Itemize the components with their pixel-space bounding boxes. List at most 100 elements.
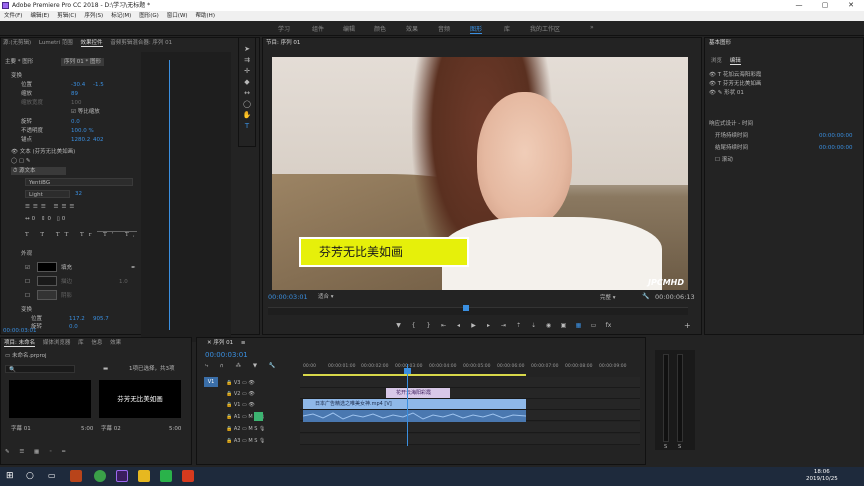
position-x-value[interactable]: -30.4: [71, 81, 85, 89]
source-text-label[interactable]: ⏱ 源文本: [11, 167, 66, 175]
track-a3[interactable]: [300, 434, 640, 445]
text-layer-label[interactable]: 👁 文本 (芬芳无比美如画): [11, 148, 75, 156]
timeline-timecode[interactable]: 00:00:03:01: [205, 351, 248, 359]
caption-graphic[interactable]: 芬芳无比美如画: [299, 237, 469, 267]
workspace-custom[interactable]: 我的工作区: [530, 24, 560, 33]
track-header-v1[interactable]: 🔒 V1 ▭ 👁: [226, 400, 255, 410]
track-a2[interactable]: [300, 422, 640, 433]
menu-window[interactable]: 窗口(W): [163, 11, 192, 21]
mask-tools[interactable]: ◯ ▢ ✎: [11, 157, 30, 165]
outro-duration-value[interactable]: 00:00:00:00: [819, 144, 853, 152]
tab-browse[interactable]: 浏览: [711, 58, 722, 64]
windows-start-icon[interactable]: ⊞: [6, 470, 18, 482]
go-to-out-icon[interactable]: ⇥: [499, 321, 508, 330]
workspace-color[interactable]: 颜色: [374, 24, 386, 33]
menu-marker[interactable]: 标记(M): [107, 11, 135, 21]
step-back-icon[interactable]: ◂: [454, 321, 463, 330]
layer-item[interactable]: 👁 T 花加云海阳彩霞: [709, 71, 761, 79]
lift-icon[interactable]: ⇡: [514, 321, 523, 330]
menu-edit[interactable]: 编辑(E): [26, 11, 53, 21]
shadow-color-swatch[interactable]: [37, 290, 57, 300]
workspace-libraries[interactable]: 库: [504, 24, 510, 33]
slip-tool-icon[interactable]: ↔: [239, 88, 255, 99]
track-select-icon[interactable]: ⇉: [239, 55, 255, 66]
fill-eyedropper-icon[interactable]: ✒: [131, 264, 136, 272]
keyframe-playhead[interactable]: [169, 60, 170, 330]
project-item-thumbnail[interactable]: 芬芳无比美如画: [99, 380, 181, 418]
anchor-y-value[interactable]: 402: [93, 136, 104, 144]
tab-effects[interactable]: 效果: [110, 340, 121, 346]
search-icon[interactable]: ○: [26, 470, 38, 482]
stroke-color-swatch[interactable]: [37, 276, 57, 286]
menu-clip[interactable]: 剪辑(C): [53, 11, 80, 21]
anchor-x-value[interactable]: 1280.2: [71, 136, 90, 144]
add-button-icon[interactable]: +: [684, 321, 691, 330]
tab-edit[interactable]: 编辑: [729, 58, 741, 65]
selection-tool-icon[interactable]: ➤: [239, 44, 255, 55]
position2-x-value[interactable]: 117.2: [69, 315, 85, 323]
safe-margins-icon[interactable]: ▦: [574, 321, 583, 330]
menu-file[interactable]: 文件(F): [0, 11, 26, 21]
menu-sequence[interactable]: 序列(S): [80, 11, 107, 21]
font-style-dropdown[interactable]: Light: [25, 190, 70, 198]
roll-checkbox[interactable]: ☐ 滚动: [715, 156, 733, 164]
file-explorer-icon[interactable]: [138, 470, 150, 482]
source-patch-v1[interactable]: V1: [204, 377, 218, 387]
fill-color-swatch[interactable]: [37, 262, 57, 272]
wechat-app-icon[interactable]: [94, 470, 106, 482]
tab-media-browser[interactable]: 媒体浏览器: [43, 340, 71, 346]
quality-dropdown[interactable]: 完整 ▾: [600, 293, 616, 301]
effect-controls-timecode[interactable]: 00:00:03:01: [3, 327, 37, 335]
minimize-button[interactable]: —: [786, 0, 812, 11]
mark-out-icon[interactable]: }: [424, 321, 433, 330]
tab-effect-controls[interactable]: 效果控件: [80, 40, 103, 47]
solo-left-button[interactable]: S: [664, 444, 667, 450]
tab-libraries[interactable]: 库: [78, 340, 84, 346]
workspace-audio[interactable]: 音频: [438, 24, 450, 33]
program-playhead[interactable]: [463, 305, 469, 311]
mark-in-icon[interactable]: {: [409, 321, 418, 330]
vr-video-icon[interactable]: ▭: [589, 321, 598, 330]
program-scrub-bar[interactable]: [268, 307, 688, 315]
shadow-checkbox[interactable]: ☐: [25, 292, 30, 300]
ripple-edit-icon[interactable]: ✛: [239, 66, 255, 77]
app-icon[interactable]: [182, 470, 194, 482]
text-style-buttons[interactable]: T T TT Tr T' T,: [25, 231, 140, 239]
layer-item[interactable]: 👁 ✎ 形状 01: [709, 89, 744, 97]
position2-y-value[interactable]: 905.7: [93, 315, 109, 323]
mute-a1-button[interactable]: [254, 412, 263, 421]
layer-item[interactable]: 👁 T 芬芳无比美如画: [709, 80, 761, 88]
track-v3[interactable]: [300, 377, 640, 388]
maximize-button[interactable]: ▢: [812, 0, 838, 11]
font-dropdown[interactable]: YentiBG: [25, 178, 133, 186]
track-header-v3[interactable]: 🔒 V3 ▭ 👁: [226, 378, 255, 388]
scale-value[interactable]: 89: [71, 90, 78, 98]
fill-checkbox[interactable]: ☑: [25, 264, 30, 272]
position-y-value[interactable]: -1.5: [93, 81, 104, 89]
title-clip[interactable]: 花开云海阳彩霞: [386, 388, 450, 398]
menu-help[interactable]: 帮助(H): [192, 11, 219, 21]
extract-icon[interactable]: ⇣: [529, 321, 538, 330]
workspace-overflow-icon[interactable]: »: [590, 24, 594, 31]
zoom-dropdown[interactable]: 适合 ▾: [318, 293, 352, 301]
opacity-value[interactable]: 100.0 %: [71, 127, 94, 135]
audio-clip[interactable]: [302, 410, 527, 422]
workspace-graphics[interactable]: 图形: [470, 24, 483, 34]
settings-wrench-icon[interactable]: 🔧: [642, 293, 649, 300]
track-header-a3[interactable]: 🔒 A3 ▭ M S 🎙: [226, 436, 265, 446]
program-current-timecode[interactable]: 00:00:03:01: [268, 293, 308, 301]
workspace-effects[interactable]: 效果: [406, 24, 418, 33]
step-forward-icon[interactable]: ▸: [484, 321, 493, 330]
stroke-checkbox[interactable]: ☐: [25, 278, 30, 286]
video-clip[interactable]: 日本广告精选之唯美女神.mp4 [V]: [303, 399, 526, 409]
new-bin-icon[interactable]: ▬: [103, 365, 108, 373]
intro-duration-value[interactable]: 00:00:00:00: [819, 132, 853, 140]
razor-tool-icon[interactable]: ◆: [239, 77, 255, 88]
tab-project[interactable]: 项目: 未命名: [4, 340, 36, 347]
task-view-icon[interactable]: ▭: [48, 470, 60, 482]
program-video-frame[interactable]: 芬芳无比美如画 JPCMHD: [272, 57, 688, 290]
project-footer-tools[interactable]: ✎ ☰ ▦ ◦ ━: [5, 448, 69, 456]
font-size-value[interactable]: 32: [75, 190, 82, 198]
workspace-assembly[interactable]: 组件: [312, 24, 324, 33]
work-area-bar[interactable]: [303, 374, 526, 376]
